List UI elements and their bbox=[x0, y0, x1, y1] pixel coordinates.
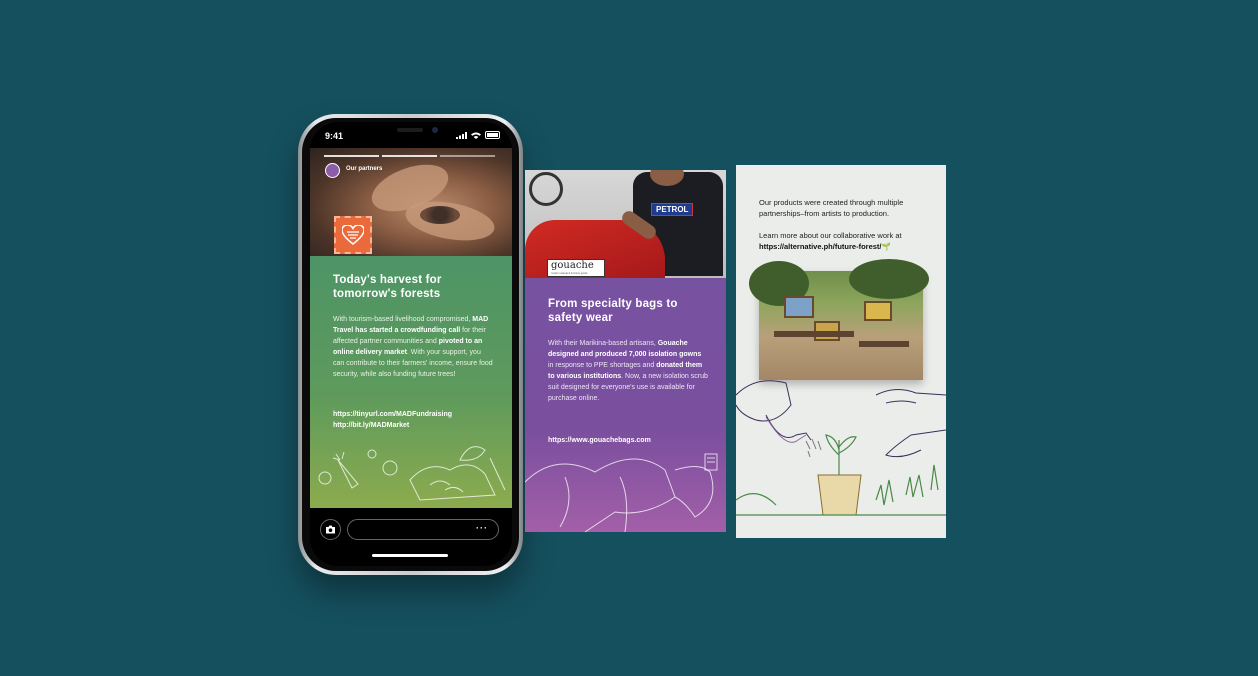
story-body: With tourism-based livelihood compromise… bbox=[333, 314, 493, 380]
gouache-story-card[interactable]: PETROL gouache modern natural & furnitur… bbox=[525, 170, 726, 532]
heart-icon bbox=[342, 225, 364, 245]
fundraising-link[interactable]: https://tinyurl.com/MADFundraising bbox=[333, 409, 452, 420]
more-options-icon[interactable]: ··· bbox=[476, 523, 488, 533]
gouache-title: From specialty bags to safety wear bbox=[548, 298, 678, 324]
wooden-table bbox=[774, 331, 854, 337]
gouache-logo: gouache modern natural & furniture goods bbox=[547, 259, 605, 277]
account-avatar[interactable] bbox=[325, 163, 340, 178]
battery-icon bbox=[485, 131, 500, 139]
market-link[interactable]: http://bit.ly/MADMarket bbox=[333, 420, 452, 431]
vegetables-doodle bbox=[318, 446, 506, 501]
signal-bars-icon bbox=[456, 131, 467, 139]
front-camera bbox=[432, 127, 438, 133]
story-post[interactable]: Our partners Today's harvest for tomorro… bbox=[310, 148, 512, 508]
wooden-table bbox=[859, 341, 909, 347]
sewing-doodle bbox=[525, 453, 718, 532]
gouache-body-part: With their Marikina-based artisans, bbox=[548, 340, 658, 347]
status-icons bbox=[456, 131, 500, 139]
story-progress-segment bbox=[324, 155, 379, 157]
tree-canopy bbox=[849, 259, 929, 299]
future-forest-text: Our products were created through multip… bbox=[759, 197, 934, 252]
story-links: https://tinyurl.com/MADFundraising http:… bbox=[333, 409, 452, 431]
volume-down-button bbox=[0, 44, 3, 74]
future-forest-card[interactable]: Our products were created through multip… bbox=[736, 165, 946, 538]
future-forest-learn-more: Learn more about our collaborative work … bbox=[759, 231, 902, 240]
power-button bbox=[0, 74, 3, 120]
account-name[interactable]: Our partners bbox=[346, 166, 382, 172]
painting-easel bbox=[784, 296, 814, 318]
gouache-logo-tagline: modern natural & furniture goods bbox=[551, 272, 588, 275]
mute-switch bbox=[0, 0, 3, 14]
story-title: Today's harvest for tomorrow's forests bbox=[333, 274, 442, 300]
story-progress-segment bbox=[440, 155, 495, 157]
mad-travel-heart-logo bbox=[334, 216, 372, 254]
future-forest-link[interactable]: https://alternative.ph/future-forest/ bbox=[759, 242, 882, 251]
gouache-body: With their Marikina-based artisans, Goua… bbox=[548, 338, 708, 404]
outdoor-art-workshop-photo bbox=[749, 259, 929, 380]
send-message-input[interactable]: ··· bbox=[347, 519, 499, 540]
camera-icon bbox=[326, 525, 335, 534]
future-forest-intro: Our products were created through multip… bbox=[759, 198, 904, 218]
planting-illustration bbox=[736, 380, 946, 516]
wifi-icon bbox=[471, 132, 481, 139]
volume-up-button bbox=[0, 14, 3, 44]
phone-side-buttons bbox=[0, 0, 1258, 120]
story-progress-bar bbox=[324, 155, 495, 157]
home-indicator[interactable] bbox=[372, 554, 448, 557]
seeds bbox=[420, 206, 460, 224]
earpiece-speaker bbox=[397, 128, 423, 132]
story-progress-segment bbox=[382, 155, 437, 157]
story-reply-bar: ··· bbox=[310, 508, 512, 566]
shirt-print: PETROL bbox=[651, 203, 694, 216]
sprout-icon: 🌱 bbox=[881, 242, 891, 251]
gouache-logo-text: gouache bbox=[551, 260, 594, 271]
phone-screen: 9:41 Our partners Today's harvest for to… bbox=[310, 122, 512, 566]
electric-fan bbox=[529, 172, 563, 206]
status-bar: 9:41 bbox=[310, 122, 512, 148]
story-body-part: With tourism-based livelihood compromise… bbox=[333, 316, 473, 323]
painting-easel bbox=[864, 301, 892, 321]
gouache-body-part: in response to PPE shortages and bbox=[548, 362, 657, 369]
status-time: 9:41 bbox=[325, 131, 344, 141]
camera-button[interactable] bbox=[320, 519, 341, 540]
